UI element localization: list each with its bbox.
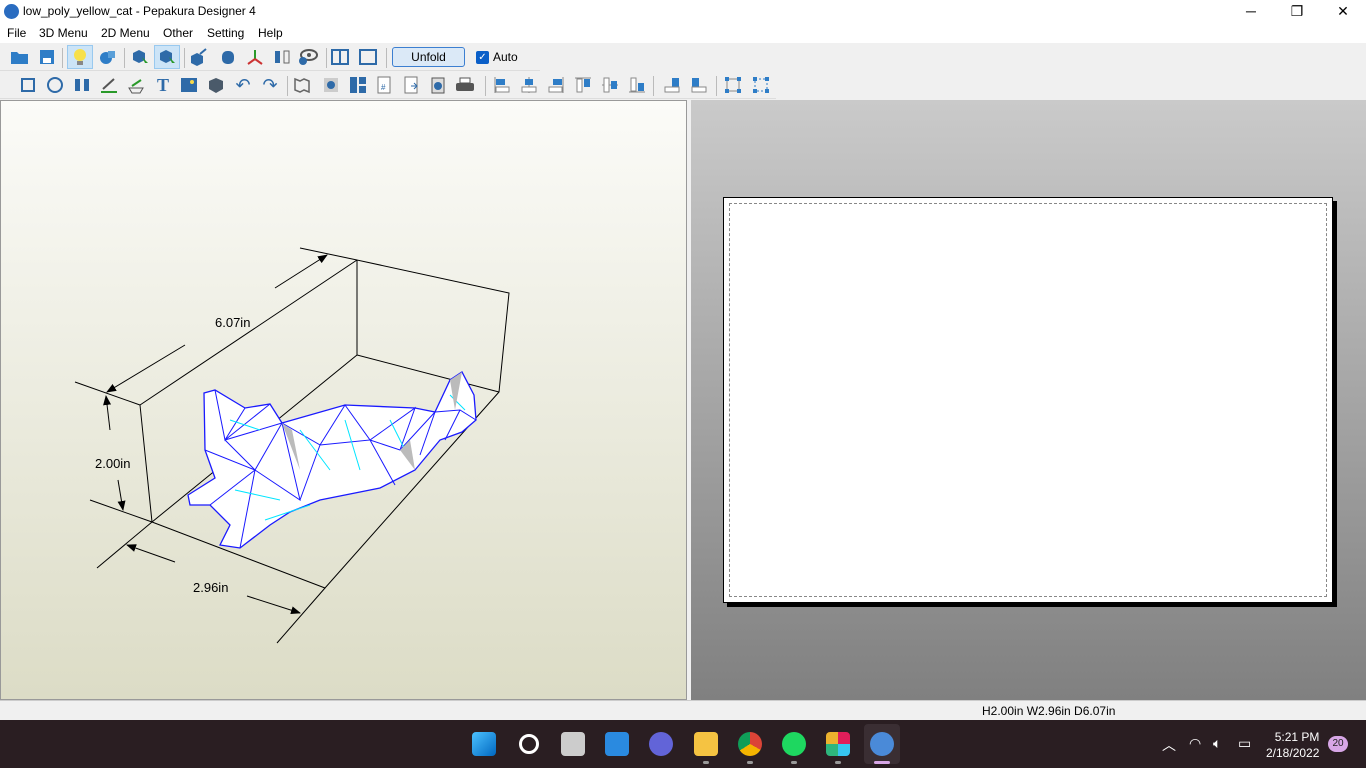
edit-flap-icon[interactable]	[126, 75, 146, 95]
spotify-icon[interactable]	[782, 732, 806, 756]
menu-bar: File 3D Menu 2D Menu Other Setting Help	[0, 23, 1366, 43]
pepakura-taskbar-button[interactable]	[864, 724, 900, 764]
start-icon[interactable]	[472, 732, 496, 756]
menu-2d[interactable]: 2D Menu	[101, 26, 150, 40]
cylinder-icon[interactable]	[218, 47, 238, 67]
app-icon	[4, 4, 19, 19]
select-face-icon[interactable]	[154, 45, 180, 69]
export-page-icon[interactable]	[401, 75, 421, 95]
axis-icon[interactable]	[245, 47, 265, 67]
cat-model	[188, 372, 476, 548]
layout-icon[interactable]	[348, 75, 368, 95]
align-right-icon[interactable]	[546, 75, 566, 95]
single-view-icon[interactable]	[358, 47, 378, 67]
time: 5:21 PM	[1266, 729, 1319, 745]
window-title: low_poly_yellow_cat - Pepakura Designer …	[23, 4, 256, 18]
height-dimension-label: 2.00in	[95, 456, 130, 471]
fit-icon[interactable]	[321, 75, 341, 95]
rotate-part-icon[interactable]	[18, 75, 38, 95]
wifi-icon[interactable]: ◠	[1189, 735, 1201, 752]
save-icon[interactable]	[37, 47, 57, 67]
cube-icon[interactable]	[206, 75, 226, 95]
date: 2/18/2022	[1266, 745, 1319, 761]
ungroup-icon[interactable]	[751, 75, 771, 95]
group-icon[interactable]	[723, 75, 743, 95]
open-folder-icon[interactable]	[10, 47, 30, 67]
status-bar	[0, 700, 1366, 720]
menu-3d[interactable]: 3D Menu	[39, 26, 88, 40]
rotate-icon[interactable]	[45, 75, 65, 95]
undo-icon[interactable]: ↶	[233, 75, 253, 95]
maximize-button[interactable]: ❐	[1274, 0, 1320, 23]
book-icon[interactable]	[292, 75, 312, 95]
view-eye-icon[interactable]	[298, 47, 318, 67]
width-dimension-label: 2.96in	[193, 580, 228, 595]
checkmark-icon: ✓	[476, 51, 489, 64]
menu-file[interactable]: File	[7, 26, 26, 40]
text-icon[interactable]: T	[153, 75, 173, 95]
align-left-icon[interactable]	[492, 75, 512, 95]
mirror-icon[interactable]	[272, 47, 292, 67]
file-explorer-icon[interactable]	[694, 732, 718, 756]
print-icon[interactable]	[455, 75, 475, 95]
3d-viewport[interactable]: 6.07in 2.00in 2.96in	[0, 100, 687, 700]
chevron-up-icon[interactable]: ︿	[1162, 735, 1176, 755]
clipboard-icon[interactable]	[428, 75, 448, 95]
search-icon[interactable]	[519, 734, 539, 754]
print-margin	[729, 203, 1327, 597]
menu-other[interactable]: Other	[163, 26, 193, 40]
align-middle-icon[interactable]	[600, 75, 620, 95]
notification-badge[interactable]: 20	[1328, 736, 1348, 752]
title-bar: low_poly_yellow_cat - Pepakura Designer …	[0, 0, 1366, 23]
depth-dimension-label: 6.07in	[215, 315, 250, 330]
minimize-button[interactable]: ─	[1228, 0, 1274, 23]
edit-toolbar: T ↶ ↷ #	[0, 72, 776, 99]
volume-icon[interactable]: 🔈︎	[1213, 735, 1221, 752]
chrome-icon[interactable]	[738, 732, 762, 756]
chat-icon[interactable]	[649, 732, 673, 756]
widgets-icon[interactable]	[605, 732, 629, 756]
slack-icon[interactable]	[826, 732, 850, 756]
auto-label: Auto	[493, 50, 518, 64]
menu-setting[interactable]: Setting	[207, 26, 244, 40]
extrude-icon[interactable]	[188, 47, 208, 67]
page-number-icon[interactable]: #	[374, 75, 394, 95]
redo-icon[interactable]: ↷	[260, 75, 280, 95]
align-top-icon[interactable]	[573, 75, 593, 95]
lightbulb-icon[interactable]	[67, 45, 93, 69]
menu-help[interactable]: Help	[258, 26, 283, 40]
unfold-button[interactable]: Unfold	[392, 47, 465, 67]
draw-line-icon[interactable]	[99, 75, 119, 95]
svg-text:#: #	[381, 83, 386, 92]
align-center-icon[interactable]	[519, 75, 539, 95]
texture-icon[interactable]	[97, 47, 117, 67]
battery-icon[interactable]: ▭	[1238, 735, 1251, 752]
model-dimensions: H2.00in W2.96in D6.07in	[982, 704, 1115, 718]
close-button[interactable]: ✕	[1320, 0, 1366, 23]
align-bottom-icon[interactable]	[627, 75, 647, 95]
rotate-left-icon[interactable]	[662, 75, 682, 95]
rotate-right-icon[interactable]	[689, 75, 709, 95]
join-icon[interactable]	[72, 75, 92, 95]
select-part-icon[interactable]	[130, 47, 150, 67]
clock[interactable]: 5:21 PM2/18/2022	[1266, 729, 1319, 761]
auto-checkbox[interactable]: ✓ Auto	[476, 50, 518, 64]
image-icon[interactable]	[179, 75, 199, 95]
task-view-icon[interactable]	[561, 732, 585, 756]
split-view-icon[interactable]	[330, 47, 350, 67]
paper-sheet	[723, 197, 1333, 603]
